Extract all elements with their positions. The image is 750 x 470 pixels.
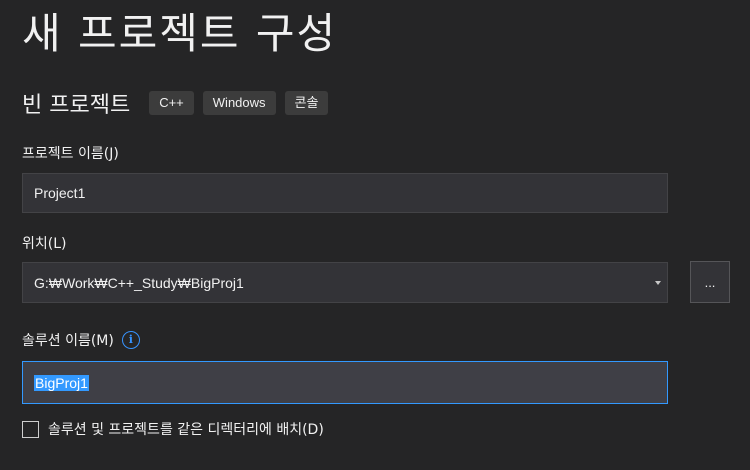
solution-name-label-text: 솔루션 이름(M) [22,333,114,349]
tag-platform: Windows [202,91,276,115]
template-summary: 빈 프로젝트 C++ Windows 콘솔 [22,88,329,118]
location-value: G:₩Work₩C++_Study₩BigProj1 [34,274,244,291]
project-name-value: Project1 [34,185,86,201]
chevron-down-icon[interactable] [655,281,661,285]
info-icon[interactable]: i [121,331,140,349]
solution-name-input[interactable]: BigProj1 [22,361,668,404]
location-combobox[interactable]: G:₩Work₩C++_Study₩BigProj1 [22,262,668,303]
same-directory-checkbox[interactable] [22,420,39,438]
location-label: 위치(L) [22,233,66,253]
page-title: 새 프로젝트 구성 [22,9,338,58]
solution-name-value: BigProj1 [34,374,89,391]
solution-name-label: 솔루션 이름(M) i [22,330,140,350]
tag-project-type: 콘솔 [284,91,329,115]
template-name: 빈 프로젝트 [22,93,131,118]
browse-button[interactable]: ... [690,261,730,303]
project-name-label: 프로젝트 이름(J) [22,143,119,163]
project-name-label-text: 프로젝트 이름(J) [22,146,119,162]
same-directory-label: 솔루션 및 프로젝트를 같은 디렉터리에 배치(D) [48,422,324,438]
tag-language: C++ [149,91,194,115]
project-name-input[interactable]: Project1 [22,173,668,213]
location-label-text: 위치(L) [22,236,67,252]
same-directory-option[interactable]: 솔루션 및 프로젝트를 같은 디렉터리에 배치(D) [22,419,324,439]
